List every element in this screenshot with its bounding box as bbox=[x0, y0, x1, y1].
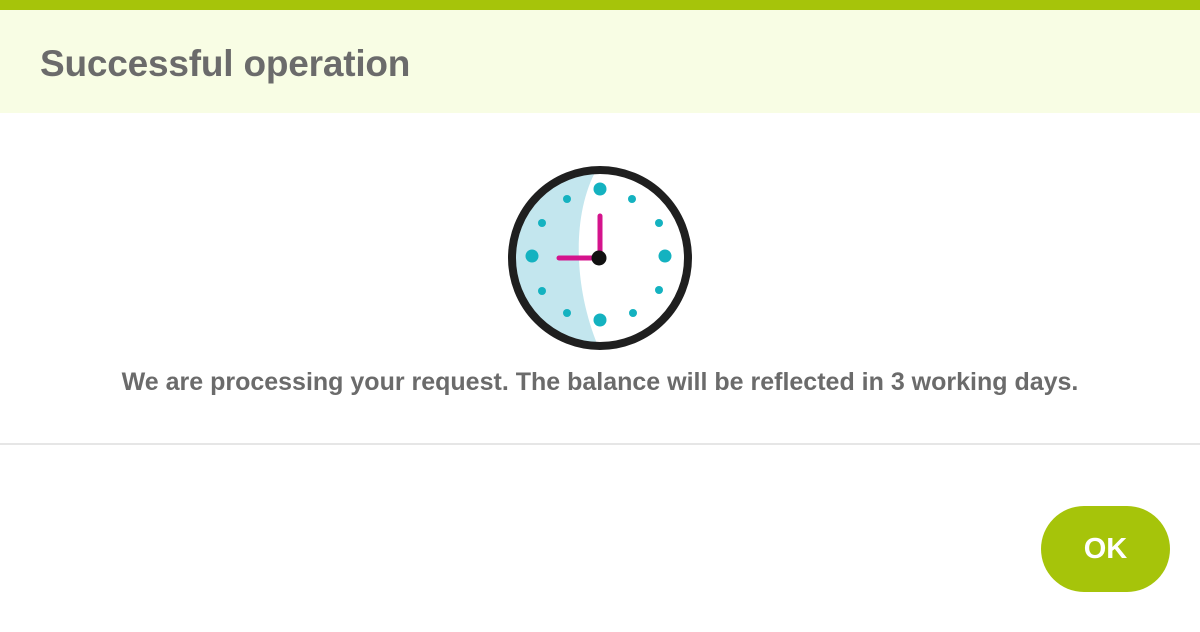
footer-divider bbox=[0, 443, 1200, 445]
ok-button[interactable]: OK bbox=[1041, 506, 1170, 592]
dialog-header: Successful operation bbox=[0, 10, 1200, 113]
success-dialog: Successful operation We are processing y… bbox=[0, 0, 1200, 632]
dialog-title: Successful operation bbox=[40, 43, 411, 84]
top-accent-bar bbox=[0, 0, 1200, 10]
clock-center-pin bbox=[591, 250, 607, 266]
status-message: We are processing your request. The bala… bbox=[121, 368, 1079, 396]
clock-icon bbox=[508, 166, 692, 350]
